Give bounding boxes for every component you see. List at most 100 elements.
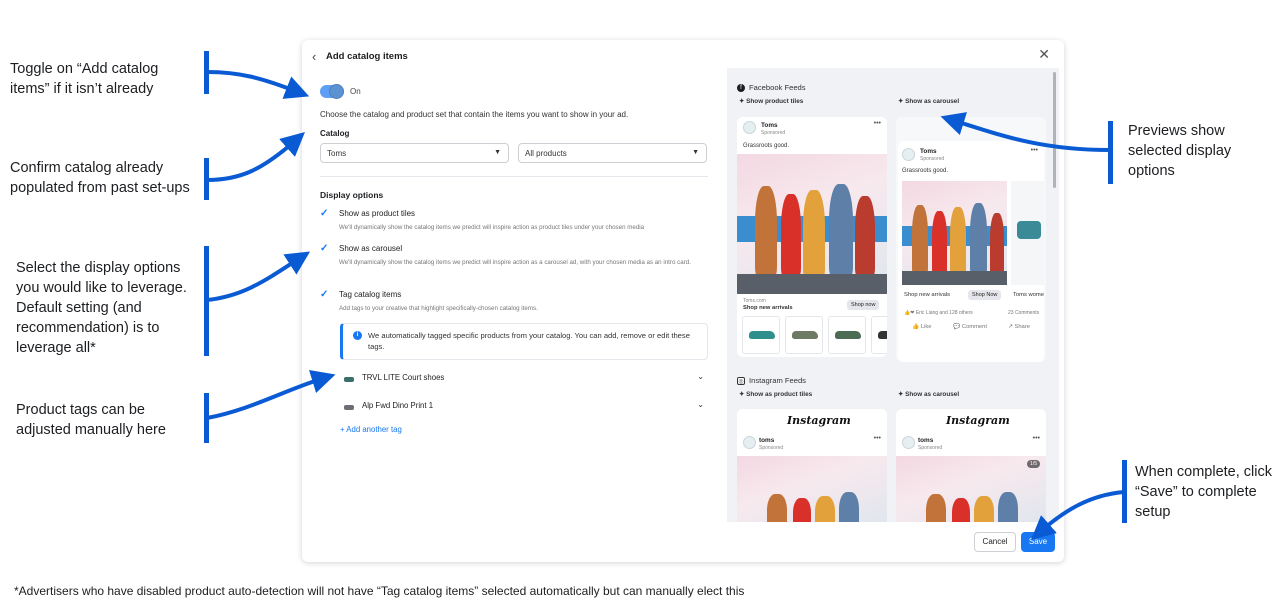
ig-carousel-label: Show as carousel <box>905 391 960 398</box>
instagram-feeds-heading: ◎ Instagram Feeds <box>737 376 806 385</box>
catalog-label: Catalog <box>320 129 350 138</box>
info-text: We automatically tagged specific product… <box>368 331 690 351</box>
instagram-logo: Instagram <box>787 414 851 427</box>
product-tile[interactable] <box>785 316 823 354</box>
brand-name: toms <box>918 437 934 444</box>
caret-down-icon: ▼ <box>692 149 699 156</box>
ig-carousel-preview: Instagram toms Sponsored ••• 1/5 <box>896 409 1046 522</box>
annotation-save: When complete, click “Save” to complete … <box>1135 464 1272 520</box>
chevron-down-icon[interactable]: ⌄ <box>697 400 704 409</box>
option-title: Show as product tiles <box>339 209 416 218</box>
brand-name: Toms <box>761 122 778 129</box>
checkmark-icon[interactable]: ✓ <box>320 243 332 255</box>
carousel-heading: ✦ Show as carousel <box>898 98 960 105</box>
carousel-card-image <box>902 181 1007 285</box>
reactions-count: 👍❤ Eric Liang and 128 others <box>904 310 973 316</box>
annotation-toggle: Toggle on “Add catalog items” if it isn’… <box>10 61 159 97</box>
annotation-bar <box>1108 121 1113 184</box>
brand-name: Toms <box>920 148 937 155</box>
slide: Toggle on “Add catalog items” if it isn’… <box>0 0 1280 613</box>
tag-row[interactable]: Alp Fwd Dino Print 1 ⌄ <box>344 400 708 419</box>
product-tile[interactable] <box>828 316 866 354</box>
shop-now-button[interactable]: Shop now <box>847 300 880 310</box>
more-options-icon[interactable]: ••• <box>1033 435 1040 442</box>
comments-count: 23 Comments <box>1008 310 1040 316</box>
instagram-feeds-label: Instagram Feeds <box>749 376 806 385</box>
option-title: Tag catalog items <box>339 290 402 299</box>
facebook-icon: f <box>737 84 745 92</box>
fb-product-tiles-preview: Toms Sponsored ••• Grassroots good. Toms… <box>737 117 887 357</box>
annotation-bar <box>204 158 209 200</box>
shoe-thumbnail-icon <box>344 377 354 382</box>
ig-product-tiles-heading: ✦ Show as product tiles <box>739 391 813 398</box>
chevron-down-icon[interactable]: ⌄ <box>697 372 704 381</box>
info-icon: i <box>353 331 362 340</box>
carousel-card-image <box>1011 181 1044 285</box>
avatar <box>743 121 756 134</box>
annotation-bar <box>204 51 209 94</box>
brand-name: toms <box>759 437 775 444</box>
option-description: We'll dynamically show the catalog items… <box>339 224 645 231</box>
catalog-description: Choose the catalog and product set that … <box>320 110 629 119</box>
product-set-select[interactable]: All products ▼ <box>518 143 707 163</box>
back-chevron-icon[interactable]: ‹ <box>312 49 316 64</box>
comment-button[interactable]: 💬 Comment <box>953 324 987 330</box>
reactions-text: Eric Liang and 128 others <box>915 310 973 316</box>
add-catalog-items-dialog: ‹ Add catalog items ✕ On Choose the cata… <box>302 40 1064 562</box>
fb-carousel-preview: Toms Sponsored ••• Grassroots good. Shop… <box>896 117 1046 362</box>
ad-image <box>737 456 887 522</box>
ad-preview-panel: f Facebook Feeds ✦ Show product tiles ✦ S… <box>727 68 1059 522</box>
product-tiles-label: Show product tiles <box>746 98 804 105</box>
option-description: We'll dynamically show the catalog items… <box>339 259 691 266</box>
toggle-label: On <box>350 87 361 96</box>
tag-row[interactable]: TRVL LITE Court shoes ⌄ <box>344 372 708 391</box>
like-label: Like <box>920 324 932 330</box>
carousel-counter: 1/5 <box>1027 460 1040 468</box>
product-tile[interactable] <box>871 316 887 354</box>
instagram-icon: ◎ <box>737 377 745 385</box>
annotation-bar <box>204 246 209 356</box>
checkmark-icon[interactable]: ✓ <box>320 289 332 301</box>
checkmark-icon[interactable]: ✓ <box>320 208 332 220</box>
option-description: Add tags to your creative that highlight… <box>339 305 538 312</box>
product-tile[interactable] <box>742 316 780 354</box>
instagram-logo: Instagram <box>946 414 1010 427</box>
ad-image <box>737 154 887 294</box>
facebook-feeds-heading: f Facebook Feeds <box>737 83 806 92</box>
auto-tag-info-banner: i We automatically tagged specific produ… <box>340 323 708 360</box>
tag-name: Alp Fwd Dino Print 1 <box>362 401 434 410</box>
shop-now-button[interactable]: Shop Now <box>968 290 1002 300</box>
catalog-select[interactable]: Toms ▼ <box>320 143 509 163</box>
annotation-previews: Previews show selected display options <box>1128 123 1232 179</box>
more-options-icon[interactable]: ••• <box>874 435 881 442</box>
ig-product-tiles-label: Show as product tiles <box>746 391 813 398</box>
ad-caption: Grassroots good. <box>743 143 790 149</box>
catalog-items-toggle[interactable] <box>320 84 344 99</box>
option-title: Show as carousel <box>339 244 403 253</box>
divider <box>320 176 708 177</box>
cancel-button[interactable]: Cancel <box>974 532 1016 552</box>
annotation-bar <box>1122 460 1127 523</box>
arrow-to-catalog <box>206 132 305 182</box>
annotation-tags: Product tags can be adjusted manually he… <box>16 402 166 438</box>
like-button[interactable]: 👍 Like <box>912 324 931 330</box>
shoe-thumbnail-icon <box>344 405 354 410</box>
add-another-tag-link[interactable]: + Add another tag <box>340 425 402 434</box>
product-set-select-value: All products <box>525 149 567 158</box>
catalog-select-value: Toms <box>327 149 347 158</box>
more-options-icon[interactable]: ••• <box>1031 147 1038 154</box>
arrow-to-toggle <box>206 70 310 99</box>
sponsored-label: Sponsored <box>920 156 945 162</box>
save-button[interactable]: Save <box>1021 532 1055 552</box>
ad-caption: Grassroots good. <box>902 168 949 174</box>
annotation-display: Select the display options you would lik… <box>16 260 187 356</box>
share-button[interactable]: ↗ Share <box>1008 324 1030 330</box>
sponsored-label: Sponsored <box>761 130 786 136</box>
toggle-knob <box>329 84 344 99</box>
more-options-icon[interactable]: ••• <box>874 120 881 127</box>
scrollbar[interactable] <box>1053 72 1056 188</box>
ad-link: Toms.com <box>743 298 766 304</box>
close-icon[interactable]: ✕ <box>1038 46 1050 63</box>
arrow-to-display-options <box>206 251 311 302</box>
comment-label: Comment <box>961 324 987 330</box>
